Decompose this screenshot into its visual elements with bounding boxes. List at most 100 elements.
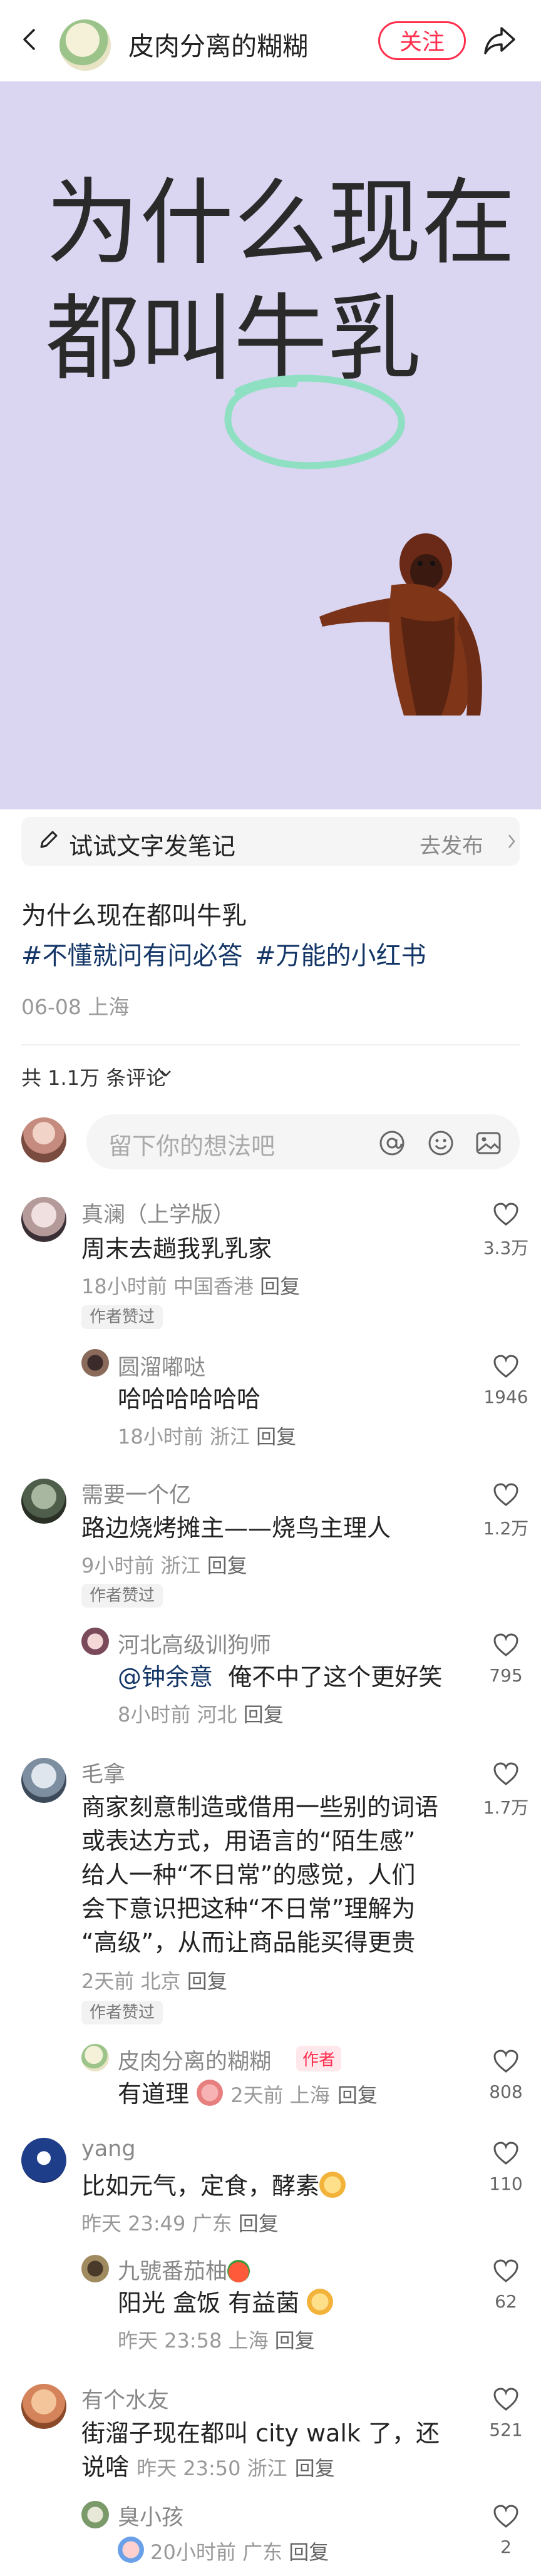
reply-button[interactable]: 回复 [337, 2083, 378, 2107]
reply-button[interactable]: 回复 [275, 2329, 315, 2353]
author-liked-badge: 作者赞过 [81, 1305, 163, 1329]
reply-button[interactable]: 回复 [187, 1969, 227, 1993]
reply-button[interactable]: 回复 [260, 1275, 300, 1298]
reply-button[interactable]: 回复 [244, 1703, 284, 1727]
commenter-name[interactable]: 皮肉分离的糊糊 [118, 2044, 271, 2076]
comment-line: 或表达方式，用语言的“陌生感” [81, 1827, 416, 1855]
divider [21, 1044, 520, 1045]
commenter-name[interactable]: 需要一个亿 [81, 1477, 191, 1509]
comment-line: 街溜子现在都叫 city walk 了，还 [81, 2419, 440, 2447]
publish-link[interactable]: 去发布 [420, 829, 483, 860]
comment-text[interactable]: 街溜子现在都叫 city walk 了，还 说啥 昨天 23:50 浙江 回复 [81, 2416, 440, 2485]
comment-text[interactable]: 哈哈哈哈哈哈 [118, 1382, 260, 1416]
comment-time: 20小时前 广东 [150, 2540, 283, 2564]
commenter-name[interactable]: 真澜（上学版） [81, 1197, 235, 1229]
comment-time: 2天前 上海 [230, 2083, 330, 2107]
comment-line: 会下意识把这种“不日常”理解为 [81, 1895, 416, 1922]
comment-text[interactable]: 阳光 盒饭 有益菌 [118, 2286, 334, 2320]
comment-text[interactable]: 路边烧烤摊主——烧鸟主理人 [81, 1511, 391, 1545]
comment-text[interactable]: 比如元气，定食，酵素 [81, 2169, 346, 2203]
comment-time: 18小时前 中国香港 [81, 1275, 254, 1298]
heart-icon[interactable] [493, 2141, 519, 2166]
post-date: 06-08 上海 [21, 995, 130, 1019]
hashtag-link[interactable]: #不懂就问有问必答 [21, 935, 243, 972]
like-count: 1946 [483, 1387, 528, 1407]
heart-icon[interactable] [493, 2259, 519, 2284]
heart-icon[interactable] [493, 1633, 519, 1658]
comment-meta: 昨天 23:49 广东 回复 [81, 2208, 279, 2237]
comment-meta: 8小时前 河北 回复 [118, 1699, 284, 1728]
commenter-name[interactable]: 毛拿 [81, 1757, 125, 1788]
comments-count[interactable]: 共 1.1万 条评论 [21, 1062, 166, 1091]
hashtag-link[interactable]: #万能的小红书 [255, 935, 426, 972]
heart-icon[interactable] [493, 2504, 519, 2529]
commenter-name[interactable]: 臭小孩 [118, 2500, 183, 2532]
like-count: 3.3万 [483, 1238, 529, 1258]
author-name[interactable]: 皮肉分离的糊糊 [128, 25, 308, 63]
reply-button[interactable]: 回复 [289, 2540, 329, 2564]
comment-time: 18小时前 浙江 [118, 1425, 250, 1449]
comment-meta: 18小时前 浙江 回复 [118, 1421, 296, 1450]
avatar[interactable] [81, 2044, 109, 2071]
smile-emoji-icon [319, 2172, 346, 2198]
author-liked-badge: 作者赞过 [81, 2001, 163, 2024]
comment-text[interactable]: 周末去趟我乳乳家 [81, 1232, 272, 1266]
comment-time: 昨天 23:50 浙江 [137, 2456, 287, 2480]
mention-link[interactable]: @钟余意 [118, 1663, 213, 1691]
back-icon[interactable] [19, 29, 40, 50]
comment-text-body: 比如元气，定食，酵素 [81, 2172, 320, 2200]
commenter-name[interactable]: 河北高级训狗师 [118, 1628, 271, 1660]
hand-drawn-circle [224, 374, 405, 470]
commenter-name-text: 九號番茄柚 [118, 2259, 228, 2284]
comment-line: 说啥 [81, 2453, 130, 2481]
comment-meta: 昨天 23:58 上海 回复 [118, 2325, 315, 2354]
comment-time: 昨天 23:58 上海 [118, 2329, 269, 2353]
comment-text[interactable]: 有道理 2天前 上海 回复 [118, 2077, 378, 2112]
commenter-name[interactable]: 有个水友 [81, 2383, 169, 2414]
heart-icon[interactable] [493, 2387, 519, 2412]
avatar[interactable] [21, 2138, 66, 2183]
avatar[interactable] [21, 1197, 66, 1242]
image-icon[interactable] [475, 1129, 502, 1157]
heart-icon[interactable] [493, 2049, 519, 2074]
heart-icon[interactable] [493, 1354, 519, 1379]
commenter-name[interactable]: 九號番茄柚 [118, 2254, 250, 2286]
avatar[interactable] [81, 2255, 109, 2282]
like-count: 1.7万 [483, 1797, 529, 1818]
avatar[interactable] [21, 2384, 66, 2429]
avatar[interactable] [21, 1479, 66, 1524]
author-liked-badge: 作者赞过 [81, 1584, 163, 1608]
comment-input-placeholder: 留下你的想法吧 [108, 1132, 276, 1160]
author-avatar[interactable] [59, 19, 111, 71]
comment-text[interactable]: 商家刻意制造或借用一些别的词语 或表达方式，用语言的“陌生感” 给人一种“不日常… [81, 1790, 438, 1959]
author-tag: 作者 [296, 2046, 342, 2071]
comment-text-body: 有道理 [118, 2080, 190, 2108]
heart-icon[interactable] [493, 1202, 519, 1227]
emoji-icon[interactable] [427, 1129, 455, 1157]
avatar[interactable] [81, 1349, 109, 1377]
heart-icon[interactable] [493, 1482, 519, 1507]
avatar[interactable] [21, 1758, 66, 1803]
commenter-name[interactable]: 圆溜嘟哒 [118, 1350, 205, 1382]
reply-button[interactable]: 回复 [256, 1425, 296, 1449]
pencil-icon [40, 831, 58, 848]
commenter-name[interactable]: yang [81, 2137, 136, 2162]
image-headline: 为什么现在 都叫牛乳 [46, 169, 516, 394]
like-count: 1.2万 [483, 1518, 529, 1539]
reply-button[interactable]: 回复 [295, 2456, 335, 2480]
comment-line: “高级”，从而让商品能买得更贵 [81, 1929, 416, 1956]
reply-button[interactable]: 回复 [207, 1554, 247, 1578]
comment-time: 8小时前 河北 [118, 1703, 237, 1727]
follow-button[interactable]: 关注 [378, 21, 466, 60]
at-icon[interactable] [378, 1129, 406, 1157]
comment-text-body: 阳光 盒饭 有益菌 [118, 2289, 300, 2317]
avatar[interactable] [81, 2501, 109, 2528]
comment-line: 给人一种“不日常”的感觉，人们 [81, 1861, 416, 1889]
sticker-emoji-icon [118, 2537, 144, 2563]
avatar[interactable] [81, 1628, 109, 1655]
comment-meta: 2天前 北京 回复 [81, 1966, 227, 1994]
reply-button[interactable]: 回复 [239, 2212, 279, 2235]
comment-text[interactable]: @钟余意 俺不中了这个更好笑 [118, 1660, 442, 1694]
share-icon[interactable] [483, 26, 517, 56]
heart-icon[interactable] [493, 1762, 519, 1787]
